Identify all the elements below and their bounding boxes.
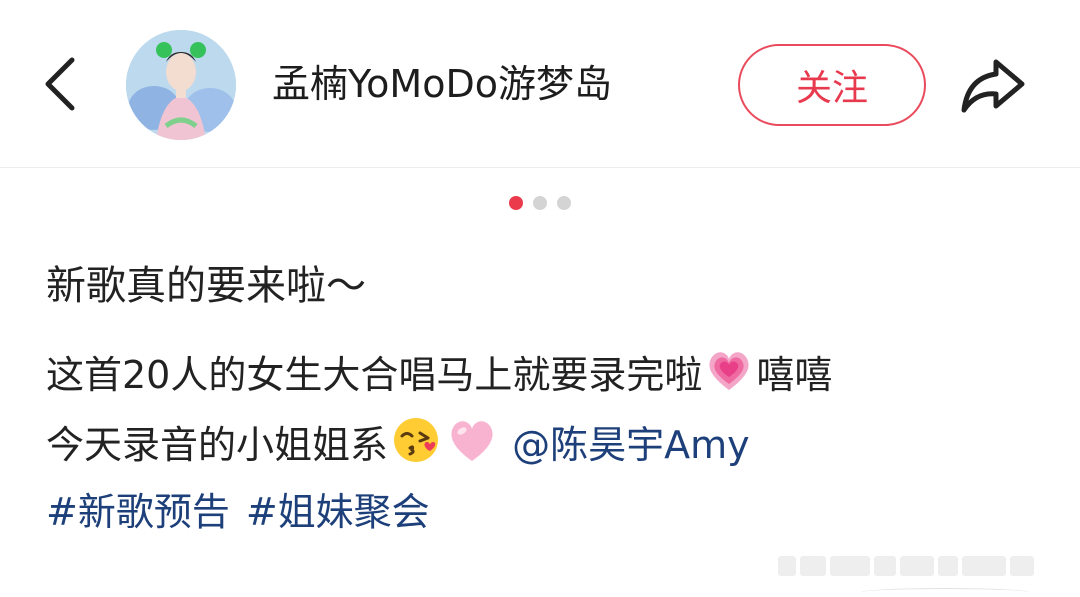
watermark-mark bbox=[778, 556, 796, 576]
share-button[interactable] bbox=[956, 52, 1030, 118]
watermark-mark bbox=[874, 556, 896, 576]
post-title: 新歌真的要来啦～ bbox=[46, 263, 366, 309]
watermark-mark bbox=[830, 556, 870, 576]
post-body-line: 今天录音的小姐姐系 @陈昊宇Amy bbox=[46, 414, 750, 481]
follow-button-label: 关注 bbox=[795, 68, 868, 109]
post-body-line: 这首20人的女生大合唱马上就要录完啦 嘻嘻 bbox=[46, 346, 832, 409]
post-hashtags: #新歌预告 #姐妹聚会 bbox=[46, 484, 446, 540]
post-text: 今天录音的小姐姐系 bbox=[46, 423, 389, 467]
back-button[interactable] bbox=[36, 52, 92, 116]
watermark-mark bbox=[962, 556, 1006, 576]
growing-pink-heart-emoji bbox=[704, 346, 754, 409]
mention-link[interactable]: @陈昊宇Amy bbox=[512, 423, 750, 467]
username[interactable]: 孟楠YoMoDo游梦岛 bbox=[272, 58, 612, 110]
watermark-mark bbox=[938, 556, 958, 576]
carousel-indicator bbox=[0, 196, 1080, 212]
carousel-dot bbox=[533, 196, 547, 210]
kissing-face-emoji bbox=[390, 414, 442, 481]
post-text: 这首20人的女生大合唱马上就要录完啦 bbox=[46, 353, 703, 397]
watermark-mark bbox=[900, 556, 934, 576]
watermark-mark bbox=[800, 556, 826, 576]
avatar[interactable] bbox=[126, 30, 236, 140]
carousel-dot bbox=[557, 196, 571, 210]
avatar-image bbox=[126, 30, 236, 140]
watermark-mark bbox=[1010, 556, 1034, 576]
watermark bbox=[778, 553, 1078, 579]
post-text: 嘻嘻 bbox=[756, 353, 833, 397]
share-arrow-icon bbox=[961, 59, 1025, 113]
chevron-left-icon bbox=[45, 57, 75, 111]
hashtag-link[interactable]: #姐妹聚会 bbox=[246, 490, 430, 534]
carousel-dot-active bbox=[509, 196, 523, 210]
follow-button[interactable]: 关注 bbox=[738, 44, 926, 126]
top-bar: 孟楠YoMoDo游梦岛 关注 bbox=[0, 0, 1080, 168]
hashtag-link[interactable]: #新歌预告 bbox=[46, 490, 230, 534]
pink-heart-emoji bbox=[446, 415, 498, 480]
